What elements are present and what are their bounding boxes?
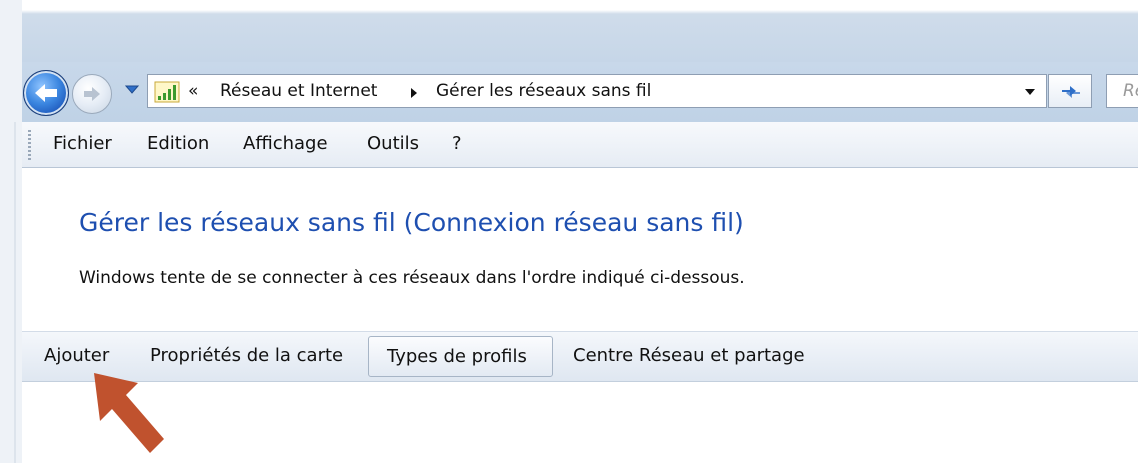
recent-pages-dropdown[interactable] — [125, 85, 139, 95]
menu-bar: Fichier Edition Affichage Outils ? — [22, 122, 1138, 168]
breadcrumb-manage-wireless[interactable]: Gérer les réseaux sans fil — [436, 81, 651, 101]
main-content: Gérer les réseaux sans fil (Connexion ré… — [22, 168, 1138, 331]
profile-types-button[interactable]: Types de profils — [368, 336, 553, 377]
breadcrumb-network-internet[interactable]: Réseau et Internet — [220, 81, 377, 101]
breadcrumb-overflow[interactable]: « — [188, 81, 198, 101]
pointer-arrow-icon — [94, 373, 164, 453]
address-bar[interactable]: « Réseau et Internet Gérer les réseaux s… — [147, 74, 1047, 108]
add-button[interactable]: Ajouter — [44, 345, 109, 366]
breadcrumb-chevron-icon[interactable] — [410, 87, 418, 99]
address-dropdown-icon[interactable] — [1024, 88, 1036, 96]
back-arrow-icon — [35, 84, 57, 102]
networks-list — [22, 382, 1138, 463]
forward-button[interactable] — [72, 74, 112, 114]
refresh-button[interactable] — [1048, 74, 1092, 108]
command-bar: Ajouter Propriétés de la carte Types de … — [22, 331, 1138, 382]
profile-types-label: Types de profils — [387, 346, 527, 367]
window-left-edge — [0, 0, 22, 463]
menu-help[interactable]: ? — [452, 133, 462, 154]
network-center-link[interactable]: Centre Réseau et partage — [573, 345, 805, 366]
wireless-signal-icon — [154, 81, 180, 103]
window-titlebar — [0, 0, 1138, 62]
menu-affichage[interactable]: Affichage — [243, 133, 328, 154]
adapter-properties-button[interactable]: Propriétés de la carte — [150, 345, 343, 366]
page-title: Gérer les réseaux sans fil (Connexion ré… — [79, 208, 744, 237]
menu-grip — [28, 130, 31, 160]
page-description: Windows tente de se connecter à ces rése… — [79, 268, 745, 288]
menu-outils[interactable]: Outils — [367, 133, 419, 154]
search-input[interactable]: Re — [1106, 74, 1138, 108]
refresh-icon — [1062, 86, 1080, 98]
search-placeholder: Re — [1123, 81, 1138, 101]
back-button[interactable] — [23, 70, 69, 116]
menu-fichier[interactable]: Fichier — [53, 133, 112, 154]
forward-arrow-icon — [84, 87, 100, 101]
menu-edition[interactable]: Edition — [147, 133, 209, 154]
